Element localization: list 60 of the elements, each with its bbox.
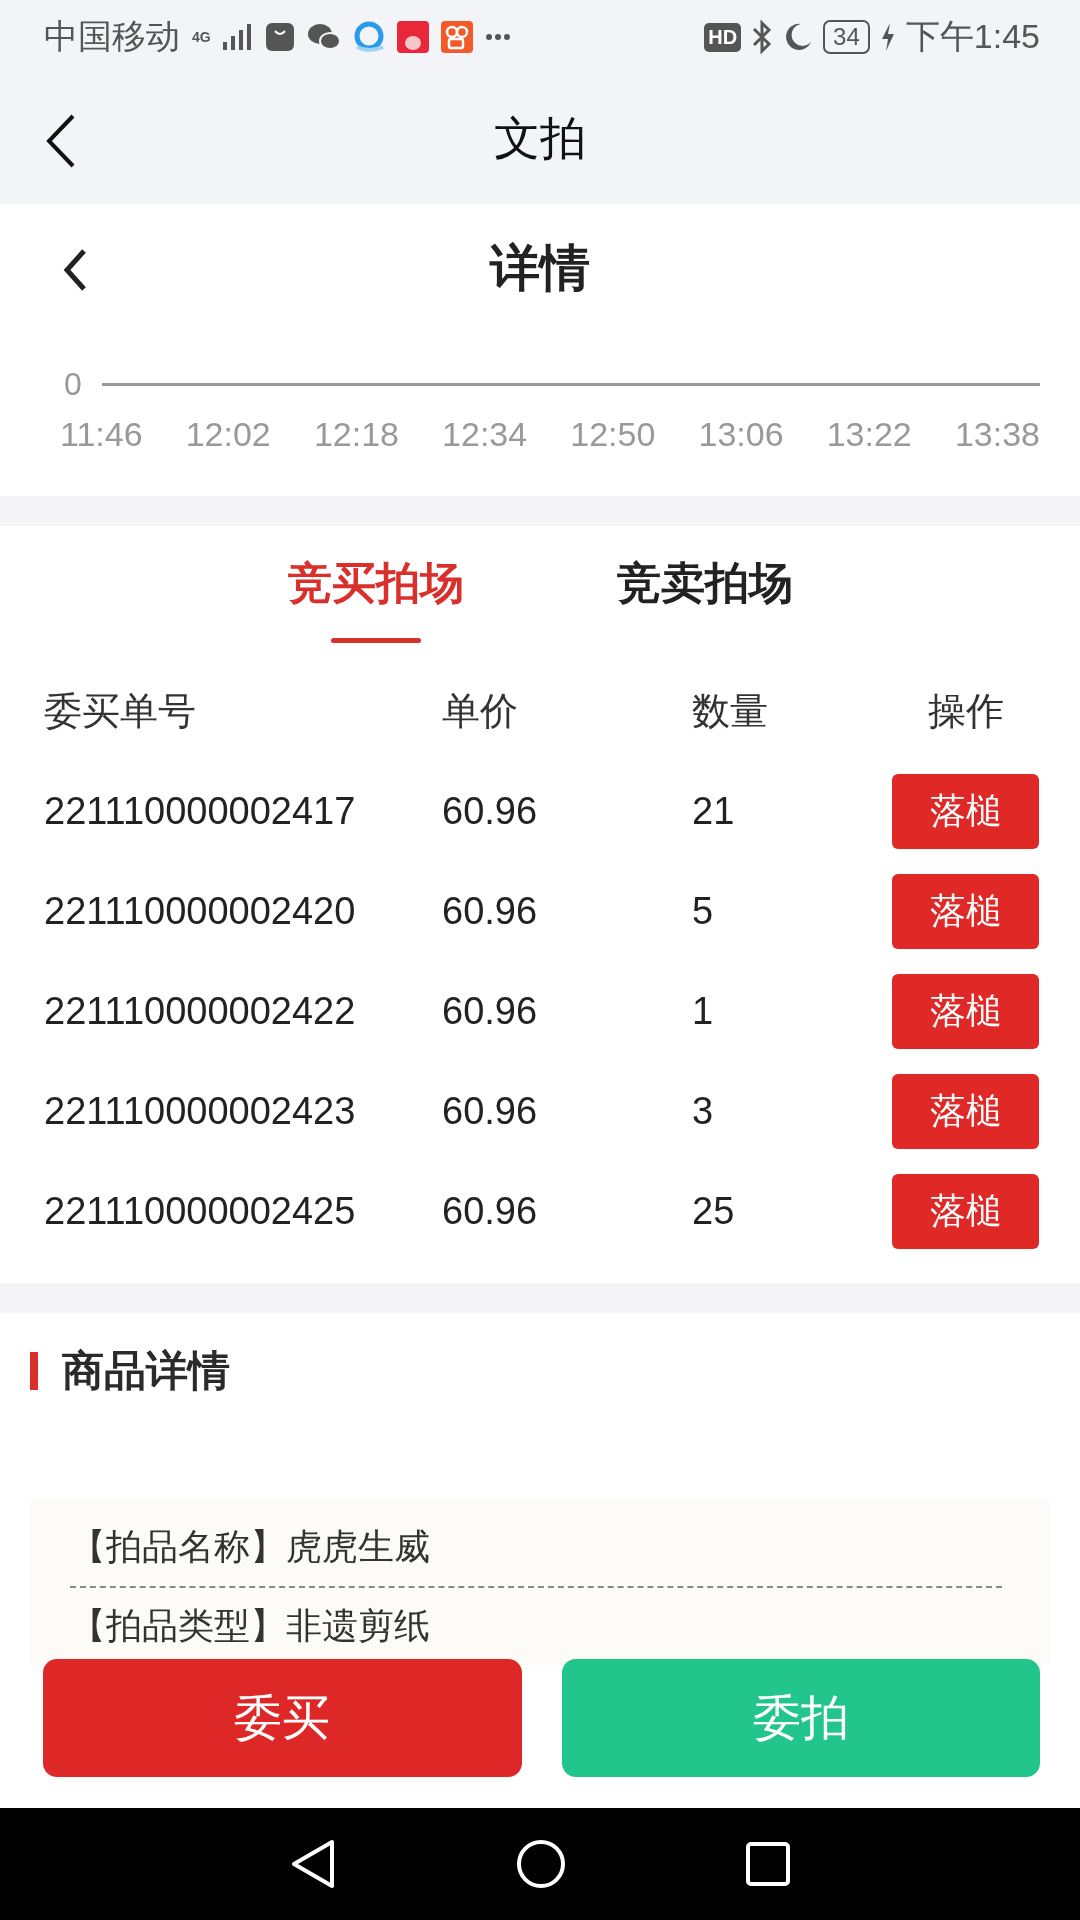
page-title: 详情 — [490, 238, 590, 298]
axis-tick-label: 12:18 — [313, 415, 399, 454]
axis-tick-label: 12:34 — [442, 415, 528, 454]
shopping-bag-icon — [264, 22, 295, 52]
table-cell: 221110000002417 — [44, 789, 356, 833]
axis-tick-label: 12:50 — [570, 415, 656, 454]
app-title: 文拍 — [494, 111, 586, 166]
video-app-icon — [440, 21, 473, 53]
table-cell: 60.96 — [442, 989, 538, 1033]
axis-tick-label: 12:02 — [185, 415, 271, 454]
axis-tick-label: 0 — [64, 366, 82, 403]
signal-icon — [222, 22, 253, 52]
charging-icon — [879, 22, 896, 52]
bluetooth-icon — [751, 20, 774, 54]
action-button[interactable]: 落槌 — [892, 1073, 1039, 1149]
column-header: 委买单号 — [44, 688, 196, 734]
section-title: 商品详情 — [62, 1346, 230, 1397]
clock-time: 下午1:45 — [905, 16, 1040, 57]
detail-row-text: 【拍品名称】虎虎生威 — [70, 1525, 431, 1570]
browser-icon — [352, 21, 385, 53]
hd-badge: HD — [704, 22, 742, 52]
table-cell: 21 — [692, 789, 735, 833]
column-header: 操作 — [926, 688, 1005, 734]
tab[interactable]: 竞买拍场 — [275, 548, 476, 644]
table-cell: 221110000002422 — [44, 989, 356, 1033]
carrier-name: 中国移动 — [44, 16, 180, 57]
axis-tick-label: 13:06 — [698, 415, 784, 454]
table-cell: 3 — [692, 1089, 714, 1133]
action-button[interactable]: 落槌 — [892, 773, 1039, 849]
home-icon[interactable] — [516, 1839, 566, 1889]
network-type: 4G — [192, 30, 211, 44]
table-cell: 25 — [692, 1189, 735, 1233]
back-icon[interactable] — [46, 114, 76, 168]
action-button[interactable]: 委买 — [43, 1659, 522, 1777]
table-cell: 221110000002423 — [44, 1089, 356, 1133]
column-header: 数量 — [692, 688, 768, 734]
section-marker — [30, 1352, 38, 1391]
table-cell: 60.96 — [442, 1189, 538, 1233]
action-button[interactable]: 落槌 — [892, 873, 1039, 949]
moon-icon — [783, 22, 814, 52]
app-icon — [396, 21, 429, 53]
axis-tick-label: 13:38 — [954, 415, 1040, 454]
table-cell: 1 — [692, 989, 714, 1033]
table-cell: 60.96 — [442, 1089, 538, 1133]
tab[interactable]: 竞卖拍场 — [604, 548, 805, 644]
more-icon — [484, 33, 511, 41]
back-icon[interactable] — [290, 1839, 336, 1889]
table-cell: 221110000002425 — [44, 1189, 356, 1233]
table-cell: 5 — [692, 889, 714, 933]
back-icon[interactable] — [62, 248, 88, 292]
table-cell: 60.96 — [442, 789, 538, 833]
axis-tick-label: 13:22 — [826, 415, 912, 454]
table-cell: 60.96 — [442, 889, 538, 933]
axis-tick-label: 11:46 — [60, 415, 143, 454]
recents-icon[interactable] — [746, 1842, 790, 1886]
action-button[interactable]: 落槌 — [892, 1173, 1039, 1249]
action-button[interactable]: 落槌 — [892, 973, 1039, 1049]
column-header: 单价 — [442, 688, 518, 734]
battery-level: 34 — [823, 20, 870, 54]
table-cell: 221110000002420 — [44, 889, 356, 933]
